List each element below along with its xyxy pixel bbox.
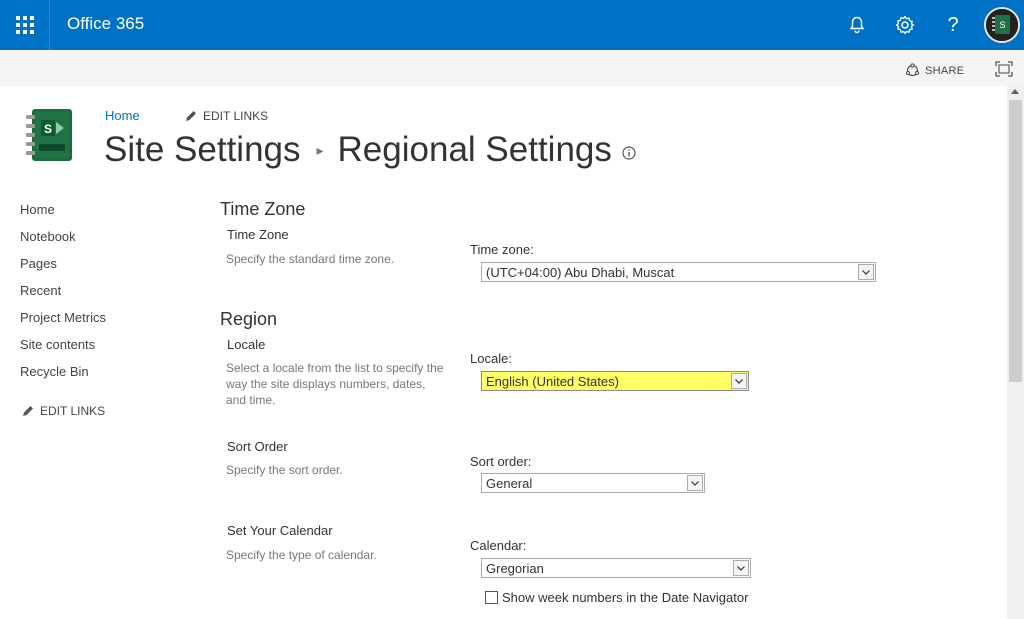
locale-select-value: English (United States) bbox=[486, 374, 619, 389]
gear-icon bbox=[895, 15, 915, 35]
nav-item-recent[interactable]: Recent bbox=[20, 282, 106, 309]
calendar-select[interactable]: Gregorian bbox=[481, 558, 751, 578]
week-numbers-option[interactable]: Show week numbers in the Date Navigator bbox=[485, 590, 748, 605]
breadcrumb-site-settings[interactable]: Site Settings bbox=[104, 130, 301, 170]
field-description-locale: Select a locale from the list to specify… bbox=[226, 360, 448, 408]
calendar-select-value: Gregorian bbox=[486, 561, 544, 576]
nav-item-recycle-bin[interactable]: Recycle Bin bbox=[20, 363, 106, 390]
field-title-locale: Locale bbox=[227, 337, 266, 352]
settings-button[interactable] bbox=[892, 12, 918, 38]
edit-links-label: EDIT LINKS bbox=[40, 404, 106, 418]
sharepoint-diary-logo-icon: S bbox=[26, 109, 72, 161]
sort-order-label: Sort order: bbox=[470, 454, 532, 469]
time-zone-label: Time zone: bbox=[470, 242, 534, 257]
nav-item-notebook[interactable]: Notebook bbox=[20, 228, 106, 255]
chevron-down-icon bbox=[733, 560, 749, 576]
time-zone-select[interactable]: (UTC+04:00) Abu Dhabi, Muscat bbox=[481, 262, 876, 282]
nav-item-project-metrics[interactable]: Project Metrics bbox=[20, 309, 106, 336]
field-description-time-zone: Specify the standard time zone. bbox=[226, 252, 395, 266]
help-button[interactable]: ? bbox=[940, 12, 966, 38]
focus-icon bbox=[995, 61, 1013, 77]
locale-label: Locale: bbox=[470, 351, 512, 366]
notifications-button[interactable] bbox=[844, 12, 870, 38]
field-description-sort-order: Specify the sort order. bbox=[226, 463, 343, 477]
chevron-down-icon bbox=[731, 373, 747, 389]
locale-description-line: Select a locale from the list to specify… bbox=[226, 361, 444, 375]
chevron-down-icon bbox=[858, 264, 874, 280]
info-icon[interactable] bbox=[622, 146, 636, 160]
share-label: SHARE bbox=[925, 64, 965, 77]
section-title-region: Region bbox=[220, 309, 278, 329]
week-numbers-label: Show week numbers in the Date Navigator bbox=[502, 590, 749, 605]
page-title-current: Regional Settings bbox=[337, 130, 612, 169]
calendar-label: Calendar: bbox=[470, 538, 527, 553]
suite-bar: Office 365 ? S bbox=[0, 0, 1024, 50]
field-description-calendar: Specify the type of calendar. bbox=[226, 548, 377, 562]
locale-description-line: and time. bbox=[226, 393, 276, 407]
locale-select[interactable]: English (United States) bbox=[481, 371, 749, 391]
field-title-time-zone: Time Zone bbox=[227, 227, 289, 242]
bell-icon bbox=[849, 16, 865, 34]
share-button[interactable]: SHARE bbox=[905, 63, 964, 78]
nav-item-home[interactable]: Home bbox=[20, 201, 106, 228]
section-title-time-zone: Time Zone bbox=[220, 199, 306, 219]
top-nav-edit-links-button[interactable]: EDIT LINKS bbox=[185, 109, 268, 123]
breadcrumb-separator-icon: ▸ bbox=[316, 141, 324, 158]
avatar-image-icon: S bbox=[986, 9, 1018, 41]
svg-text:S: S bbox=[44, 122, 52, 136]
sort-order-select[interactable]: General bbox=[481, 473, 705, 493]
share-icon bbox=[905, 63, 920, 77]
time-zone-select-value: (UTC+04:00) Abu Dhabi, Muscat bbox=[486, 265, 675, 280]
page-command-bar bbox=[0, 50, 1024, 86]
app-title[interactable]: Office 365 bbox=[67, 14, 144, 34]
nav-item-site-contents[interactable]: Site contents bbox=[20, 336, 106, 363]
scroll-up-arrow-icon[interactable] bbox=[1011, 89, 1019, 94]
top-nav-home-link[interactable]: Home bbox=[105, 108, 140, 123]
app-launcher-button[interactable] bbox=[0, 0, 50, 50]
left-nav-edit-links-button[interactable]: EDIT LINKS bbox=[22, 404, 105, 418]
site-logo[interactable]: S bbox=[22, 106, 78, 166]
help-icon: ? bbox=[947, 13, 959, 36]
quick-launch: Home Notebook Pages Recent Project Metri… bbox=[20, 201, 106, 390]
svg-text:S: S bbox=[999, 20, 1005, 30]
pencil-icon bbox=[186, 111, 196, 121]
chevron-down-icon bbox=[687, 475, 703, 491]
field-title-sort-order: Sort Order bbox=[227, 439, 288, 454]
field-title-calendar: Set Your Calendar bbox=[227, 523, 333, 538]
locale-description-line: way the site displays numbers, dates, bbox=[226, 377, 426, 391]
focus-on-content-button[interactable] bbox=[995, 61, 1013, 82]
pencil-icon bbox=[23, 406, 33, 416]
avatar[interactable]: S bbox=[984, 7, 1020, 43]
edit-links-label: EDIT LINKS bbox=[203, 109, 269, 123]
nav-item-pages[interactable]: Pages bbox=[20, 255, 106, 282]
week-numbers-checkbox[interactable] bbox=[485, 591, 498, 604]
sort-order-select-value: General bbox=[486, 476, 533, 491]
waffle-icon bbox=[15, 16, 34, 34]
scrollbar-thumb[interactable] bbox=[1009, 100, 1022, 382]
page-title: Site Settings ▸ Regional Settings bbox=[104, 130, 636, 170]
